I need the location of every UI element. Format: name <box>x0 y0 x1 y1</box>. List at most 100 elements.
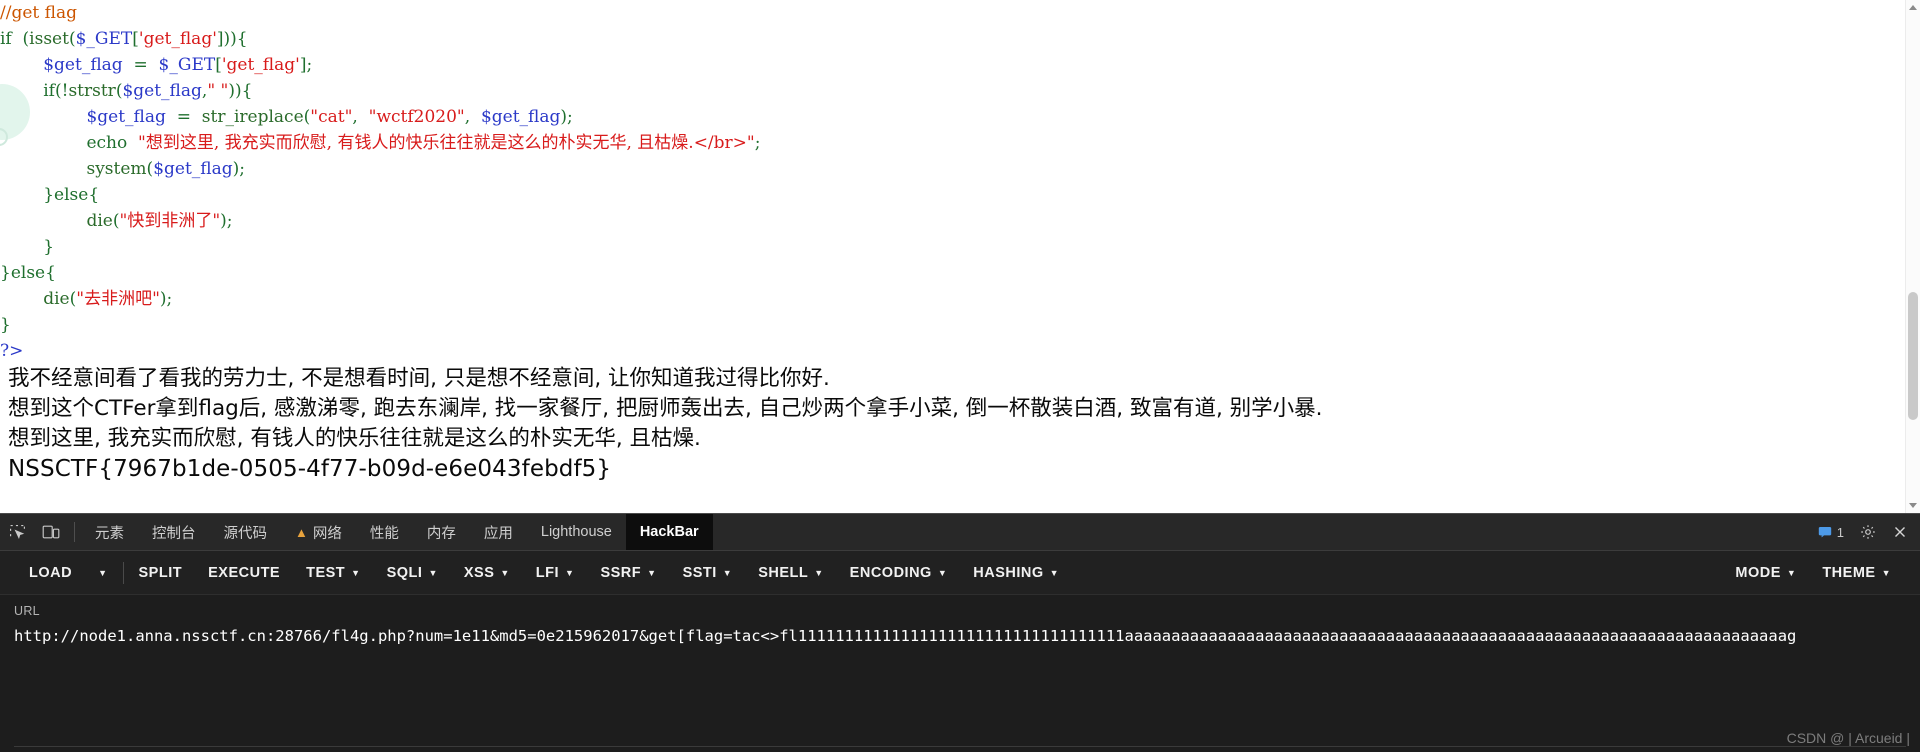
chevron-down-icon: ▼ <box>428 568 438 578</box>
code-token: isset <box>29 29 69 49</box>
hackbar-bottom-divider <box>14 746 1906 747</box>
chevron-down-icon: ▼ <box>565 568 575 578</box>
hackbar-button-label: SSTI <box>682 564 717 581</box>
hackbar-button-label: EXECUTE <box>208 564 281 581</box>
code-token: //get flag <box>0 3 77 23</box>
scroll-down-arrow-icon[interactable] <box>1909 503 1917 508</box>
code-token: die <box>43 289 70 309</box>
devtools-panel: 元素 控制台 源代码 ▲ 网络 性能 内存 应用 Lighthouse HackBar 1 <box>0 513 1920 752</box>
page-content-area: //get flag if (isset($_GET['get_flag'])){… <box>0 0 1920 513</box>
hackbar-mode-button[interactable]: MODE ▼ <box>1722 559 1809 587</box>
url-input[interactable]: http://node1.anna.nssctf.cn:28766/fl4g.p… <box>14 624 1906 649</box>
hackbar-button-label: HASHING <box>973 564 1044 581</box>
devtools-tab-元素[interactable]: 元素 <box>81 514 138 550</box>
hackbar-button-label: LFI <box>535 564 560 581</box>
hackbar-encoding-button[interactable]: ENCODING ▼ <box>837 559 961 587</box>
chevron-down-icon: ▼ <box>1049 568 1060 578</box>
code-token: $get_flag <box>153 159 233 179</box>
message-count-value: 1 <box>1836 524 1844 540</box>
code-token: } <box>0 315 11 335</box>
code-token: } <box>0 237 55 257</box>
php-source-code: //get flag if (isset($_GET['get_flag'])){… <box>0 0 1920 364</box>
code-token: str_ireplace <box>201 107 304 127</box>
devtools-tab-hackbar[interactable]: HackBar <box>625 514 713 550</box>
csdn-watermark: CSDN @ | Arcueid | <box>1786 730 1910 746</box>
code-token: , <box>464 107 481 127</box>
code-token: strstr <box>68 81 116 101</box>
code-line: //get flag <box>0 0 1920 26</box>
hackbar-lfi-button[interactable]: LFI ▼ <box>523 559 588 587</box>
devtools-tab-内存[interactable]: 内存 <box>413 514 470 550</box>
hackbar-button-label: SPLIT <box>138 564 183 581</box>
code-token: "wctf2020" <box>368 107 465 127</box>
hackbar-url-section: URL http://node1.anna.nssctf.cn:28766/fl… <box>0 595 1920 649</box>
chevron-down-icon: ▼ <box>500 568 510 578</box>
code-token: ])){ <box>216 29 248 49</box>
code-line: if(!strstr($get_flag," ")){ <box>0 78 1920 104</box>
chevron-down-icon: ▼ <box>1786 568 1797 578</box>
hackbar-load-button[interactable]: LOAD <box>16 559 85 587</box>
hackbar-theme-button[interactable]: THEME ▼ <box>1809 559 1904 587</box>
code-token: $get_flag <box>43 55 123 75</box>
output-line: 想到这个CTFer拿到flag后, 感激涕零, 跑去东澜岸, 找一家餐厅, 把厨… <box>8 396 1323 421</box>
hackbar-ssrf-button[interactable]: SSRF ▼ <box>587 559 669 587</box>
devtools-tab-网络[interactable]: ▲ 网络 <box>281 514 356 550</box>
devtools-tab-性能[interactable]: 性能 <box>356 514 413 550</box>
hackbar-divider <box>122 561 124 584</box>
code-line: die("去非洲吧"); <box>0 286 1920 312</box>
code-token: ); <box>560 107 573 127</box>
hackbar-button-label: SQLI <box>386 564 423 581</box>
devtools-tab-控制台[interactable]: 控制台 <box>138 514 210 550</box>
code-line: echo "想到这里, 我充实而欣慰, 有钱人的快乐往往就是这么的朴实无华, 且… <box>0 130 1920 156</box>
message-count-indicator[interactable]: 1 <box>1812 525 1850 540</box>
code-token: ( <box>68 29 76 49</box>
inspect-element-icon[interactable] <box>0 514 34 550</box>
hackbar-button-label: TEST <box>306 564 346 581</box>
code-token: 'get_flag' <box>221 55 300 75</box>
hackbar-ssti-button[interactable]: SSTI ▼ <box>670 559 746 587</box>
code-token: echo <box>86 133 128 153</box>
devtools-tab-label: 性能 <box>369 525 399 542</box>
hackbar-shell-button[interactable]: SHELL ▼ <box>745 559 836 587</box>
code-line: $get_flag = $_GET['get_flag']; <box>0 52 1920 78</box>
code-token: $get_flag <box>480 107 561 127</box>
devtools-tab-label: 控制台 <box>152 525 196 542</box>
hackbar-dropdown-button[interactable]: ▼ <box>85 562 120 583</box>
toolbar-divider <box>74 522 75 542</box>
code-token: if ( <box>0 29 30 49</box>
code-token: = <box>165 107 202 127</box>
url-label: URL <box>14 604 40 618</box>
code-token: ]; <box>299 55 313 75</box>
output-line: 我不经意间看了看我的劳力士, 不是想看时间, 只是想不经意间, 让你知道我过得比… <box>8 366 830 391</box>
page-output-text: 我不经意间看了看我的劳力士, 不是想看时间, 只是想不经意间, 让你知道我过得比… <box>0 364 1920 484</box>
hackbar-test-button[interactable]: TEST ▼ <box>293 559 373 587</box>
chevron-down-icon: ▼ <box>647 568 657 578</box>
code-token: ?> <box>0 341 24 361</box>
code-line: } <box>0 234 1920 260</box>
devtools-tab-应用[interactable]: 应用 <box>470 514 527 550</box>
code-line: if (isset($_GET['get_flag'])){ <box>0 26 1920 52</box>
gear-icon[interactable] <box>1854 518 1882 546</box>
devtools-tab-label: Lighthouse <box>540 524 612 540</box>
devtools-tab-源代码[interactable]: 源代码 <box>210 514 282 550</box>
hackbar-sqli-button[interactable]: SQLI ▼ <box>374 559 451 587</box>
code-line: die("快到非洲了"); <box>0 208 1920 234</box>
devtools-right-controls: 1 <box>1812 514 1920 550</box>
hackbar-execute-button[interactable]: EXECUTE <box>195 559 293 587</box>
hackbar-hashing-button[interactable]: HASHING ▼ <box>960 559 1072 587</box>
devtools-tab-label: 应用 <box>483 525 513 542</box>
hackbar-xss-button[interactable]: XSS ▼ <box>451 559 523 587</box>
close-icon[interactable] <box>1886 518 1914 546</box>
code-token: ); <box>220 211 233 231</box>
device-toolbar-icon[interactable] <box>34 514 68 550</box>
hackbar-split-button[interactable]: SPLIT <box>126 559 196 587</box>
devtools-tab-lighthouse[interactable]: Lighthouse <box>527 514 626 550</box>
chevron-down-icon: ▼ <box>351 568 361 578</box>
devtools-tab-label: 网络 <box>312 525 342 542</box>
code-token: ( <box>112 211 120 231</box>
hackbar-button-label: XSS <box>463 564 495 581</box>
